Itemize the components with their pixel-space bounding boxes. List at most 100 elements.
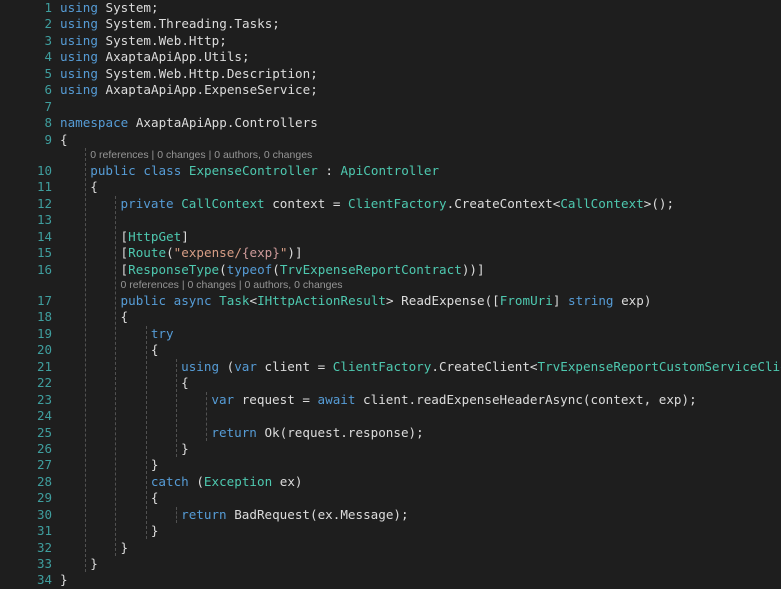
- line-code-text[interactable]: [Route("expense/{exp}")]: [121, 245, 303, 261]
- code-line[interactable]: 30 return BadRequest(ex.Message);: [0, 507, 781, 523]
- code-line[interactable]: 6 using AxaptaApiApp.ExpenseService;: [0, 82, 781, 98]
- line-code-text[interactable]: using AxaptaApiApp.ExpenseService;: [60, 82, 318, 98]
- code-token: TrvExpenseReportCustomServiceClient: [537, 358, 781, 374]
- line-code-text[interactable]: using System.Threading.Tasks;: [60, 16, 280, 32]
- code-token: }: [90, 556, 98, 571]
- line-code-text[interactable]: }: [121, 540, 129, 556]
- code-line[interactable]: 10 public class ExpenseController : ApiCo…: [0, 163, 781, 179]
- line-code-text[interactable]: catch (Exception ex): [151, 474, 303, 490]
- line-code-text[interactable]: }: [151, 523, 159, 539]
- code-line[interactable]: 26}: [0, 441, 781, 457]
- line-number: 20: [36, 342, 52, 358]
- code-token: >();: [643, 195, 675, 211]
- line-code-text[interactable]: using System;: [60, 0, 159, 16]
- line-code-text[interactable]: {: [181, 375, 189, 391]
- code-line[interactable]: 21 using (var client = ClientFactory.Crea…: [0, 359, 781, 375]
- code-token: Exception: [203, 473, 273, 489]
- code-token: [: [120, 228, 129, 244]
- code-line[interactable]: 4 using AxaptaApiApp.Utils;: [0, 49, 781, 65]
- code-line[interactable]: 13: [0, 212, 781, 228]
- line-code-text[interactable]: }: [60, 572, 68, 588]
- code-token: using: [60, 49, 98, 65]
- code-token: }: [150, 523, 159, 539]
- line-number: 2: [44, 16, 52, 32]
- line-number: 4: [44, 49, 52, 65]
- code-line[interactable]: 17 public async Task<IHttpActionResult> R…: [0, 293, 781, 309]
- line-code-text[interactable]: public async Task<IHttpActionResult> Rea…: [121, 293, 652, 309]
- code-token: using: [60, 65, 98, 81]
- line-code-text[interactable]: private CallContext context = ClientFact…: [121, 196, 675, 212]
- code-token: .CreateClient<: [431, 358, 538, 374]
- line-code-text[interactable]: try: [151, 326, 174, 342]
- line-number: 22: [36, 375, 52, 391]
- code-token: ex): [272, 473, 303, 489]
- code-line[interactable]: 33}: [0, 556, 781, 572]
- codelens-row[interactable]: 0 references | 0 changes | 0 authors, 0 …: [0, 148, 781, 163]
- code-line[interactable]: 31}: [0, 523, 781, 539]
- code-line[interactable]: 1 using System;: [0, 0, 781, 16]
- code-line[interactable]: 22 {: [0, 375, 781, 391]
- line-code-text[interactable]: public class ExpenseController : ApiCont…: [90, 163, 439, 179]
- code-token: }: [181, 440, 189, 456]
- code-token: Task: [219, 293, 250, 308]
- code-token: using: [60, 82, 98, 98]
- code-line[interactable]: 24: [0, 408, 781, 424]
- codelens-label[interactable]: 0 references | 0 changes | 0 authors, 0 …: [121, 278, 343, 293]
- code-editor[interactable]: 1 using System; 2 using System.Threading.Ta…: [0, 0, 781, 587]
- line-number: 9: [44, 131, 52, 147]
- code-line[interactable]: 23 var request = await client.readExpense…: [0, 392, 781, 408]
- code-line[interactable]: 25 return Ok(request.response);: [0, 425, 781, 441]
- line-code-text[interactable]: using System.Web.Http;: [60, 33, 227, 49]
- code-line[interactable]: 18 {: [0, 309, 781, 325]
- line-code-text[interactable]: }: [151, 457, 159, 473]
- codelens-row[interactable]: 0 references | 0 changes | 0 authors, 0 …: [0, 278, 781, 293]
- code-token: catch: [150, 473, 189, 489]
- code-line[interactable]: 16 [ResponseType(typeof(TrvExpenseReportC…: [0, 262, 781, 278]
- code-line[interactable]: 15 [Route("expense/{exp}")]: [0, 245, 781, 261]
- codelens-label[interactable]: 0 references | 0 changes | 0 authors, 0 …: [90, 148, 312, 163]
- code-line[interactable]: 11 {: [0, 179, 781, 195]
- code-line[interactable]: 12 private CallContext context = ClientFa…: [0, 196, 781, 212]
- line-code-text[interactable]: namespace AxaptaApiApp.Controllers: [60, 115, 318, 131]
- code-line[interactable]: 2 using System.Threading.Tasks;: [0, 16, 781, 32]
- code-line[interactable]: 32}: [0, 540, 781, 556]
- code-line[interactable]: 28 catch (Exception ex): [0, 474, 781, 490]
- code-line[interactable]: 27}: [0, 457, 781, 473]
- code-line[interactable]: 8 namespace AxaptaApiApp.Controllers: [0, 115, 781, 131]
- code-line[interactable]: 3 using System.Web.Http;: [0, 33, 781, 49]
- line-code-text[interactable]: {: [151, 342, 159, 358]
- code-line[interactable]: 5 using System.Web.Http.Description;: [0, 66, 781, 82]
- line-code-text[interactable]: using AxaptaApiApp.Utils;: [60, 49, 250, 65]
- line-code-text[interactable]: using System.Web.Http.Description;: [60, 66, 318, 82]
- code-token: {: [150, 342, 159, 358]
- code-token: using: [181, 358, 220, 374]
- line-code-text[interactable]: [HttpGet]: [121, 229, 189, 245]
- code-token: client =: [256, 358, 333, 374]
- line-code-text[interactable]: return BadRequest(ex.Message);: [181, 507, 408, 523]
- line-code-text[interactable]: }: [181, 441, 189, 457]
- code-line[interactable]: 14 [HttpGet]: [0, 229, 781, 245]
- code-token: class: [143, 162, 182, 178]
- line-number: 8: [44, 115, 52, 131]
- code-token: TrvExpenseReportContract: [279, 261, 462, 277]
- code-token: using: [60, 0, 98, 15]
- line-code-text[interactable]: var request = await client.readExpenseHe…: [211, 392, 696, 408]
- code-token: {: [60, 131, 68, 147]
- line-code-text[interactable]: [ResponseType(typeof(TrvExpenseReportCon…: [121, 262, 485, 278]
- code-line[interactable]: 19 try: [0, 326, 781, 342]
- code-token: try: [150, 325, 174, 341]
- line-code-text[interactable]: {: [121, 309, 129, 325]
- code-line[interactable]: 34}: [0, 572, 781, 588]
- code-line[interactable]: 7: [0, 99, 781, 115]
- code-line[interactable]: 9{: [0, 132, 781, 148]
- code-lines-container[interactable]: 1 using System; 2 using System.Threading.Ta…: [0, 0, 781, 589]
- code-line[interactable]: 29 {: [0, 490, 781, 506]
- line-code-text[interactable]: using (var client = ClientFactory.Create…: [181, 359, 781, 375]
- line-code-text[interactable]: }: [90, 556, 98, 572]
- line-code-text[interactable]: {: [90, 179, 98, 195]
- code-line[interactable]: 20 {: [0, 342, 781, 358]
- line-code-text[interactable]: {: [151, 490, 159, 506]
- line-code-text[interactable]: {: [60, 132, 68, 148]
- line-code-text[interactable]: return Ok(request.response);: [211, 425, 423, 441]
